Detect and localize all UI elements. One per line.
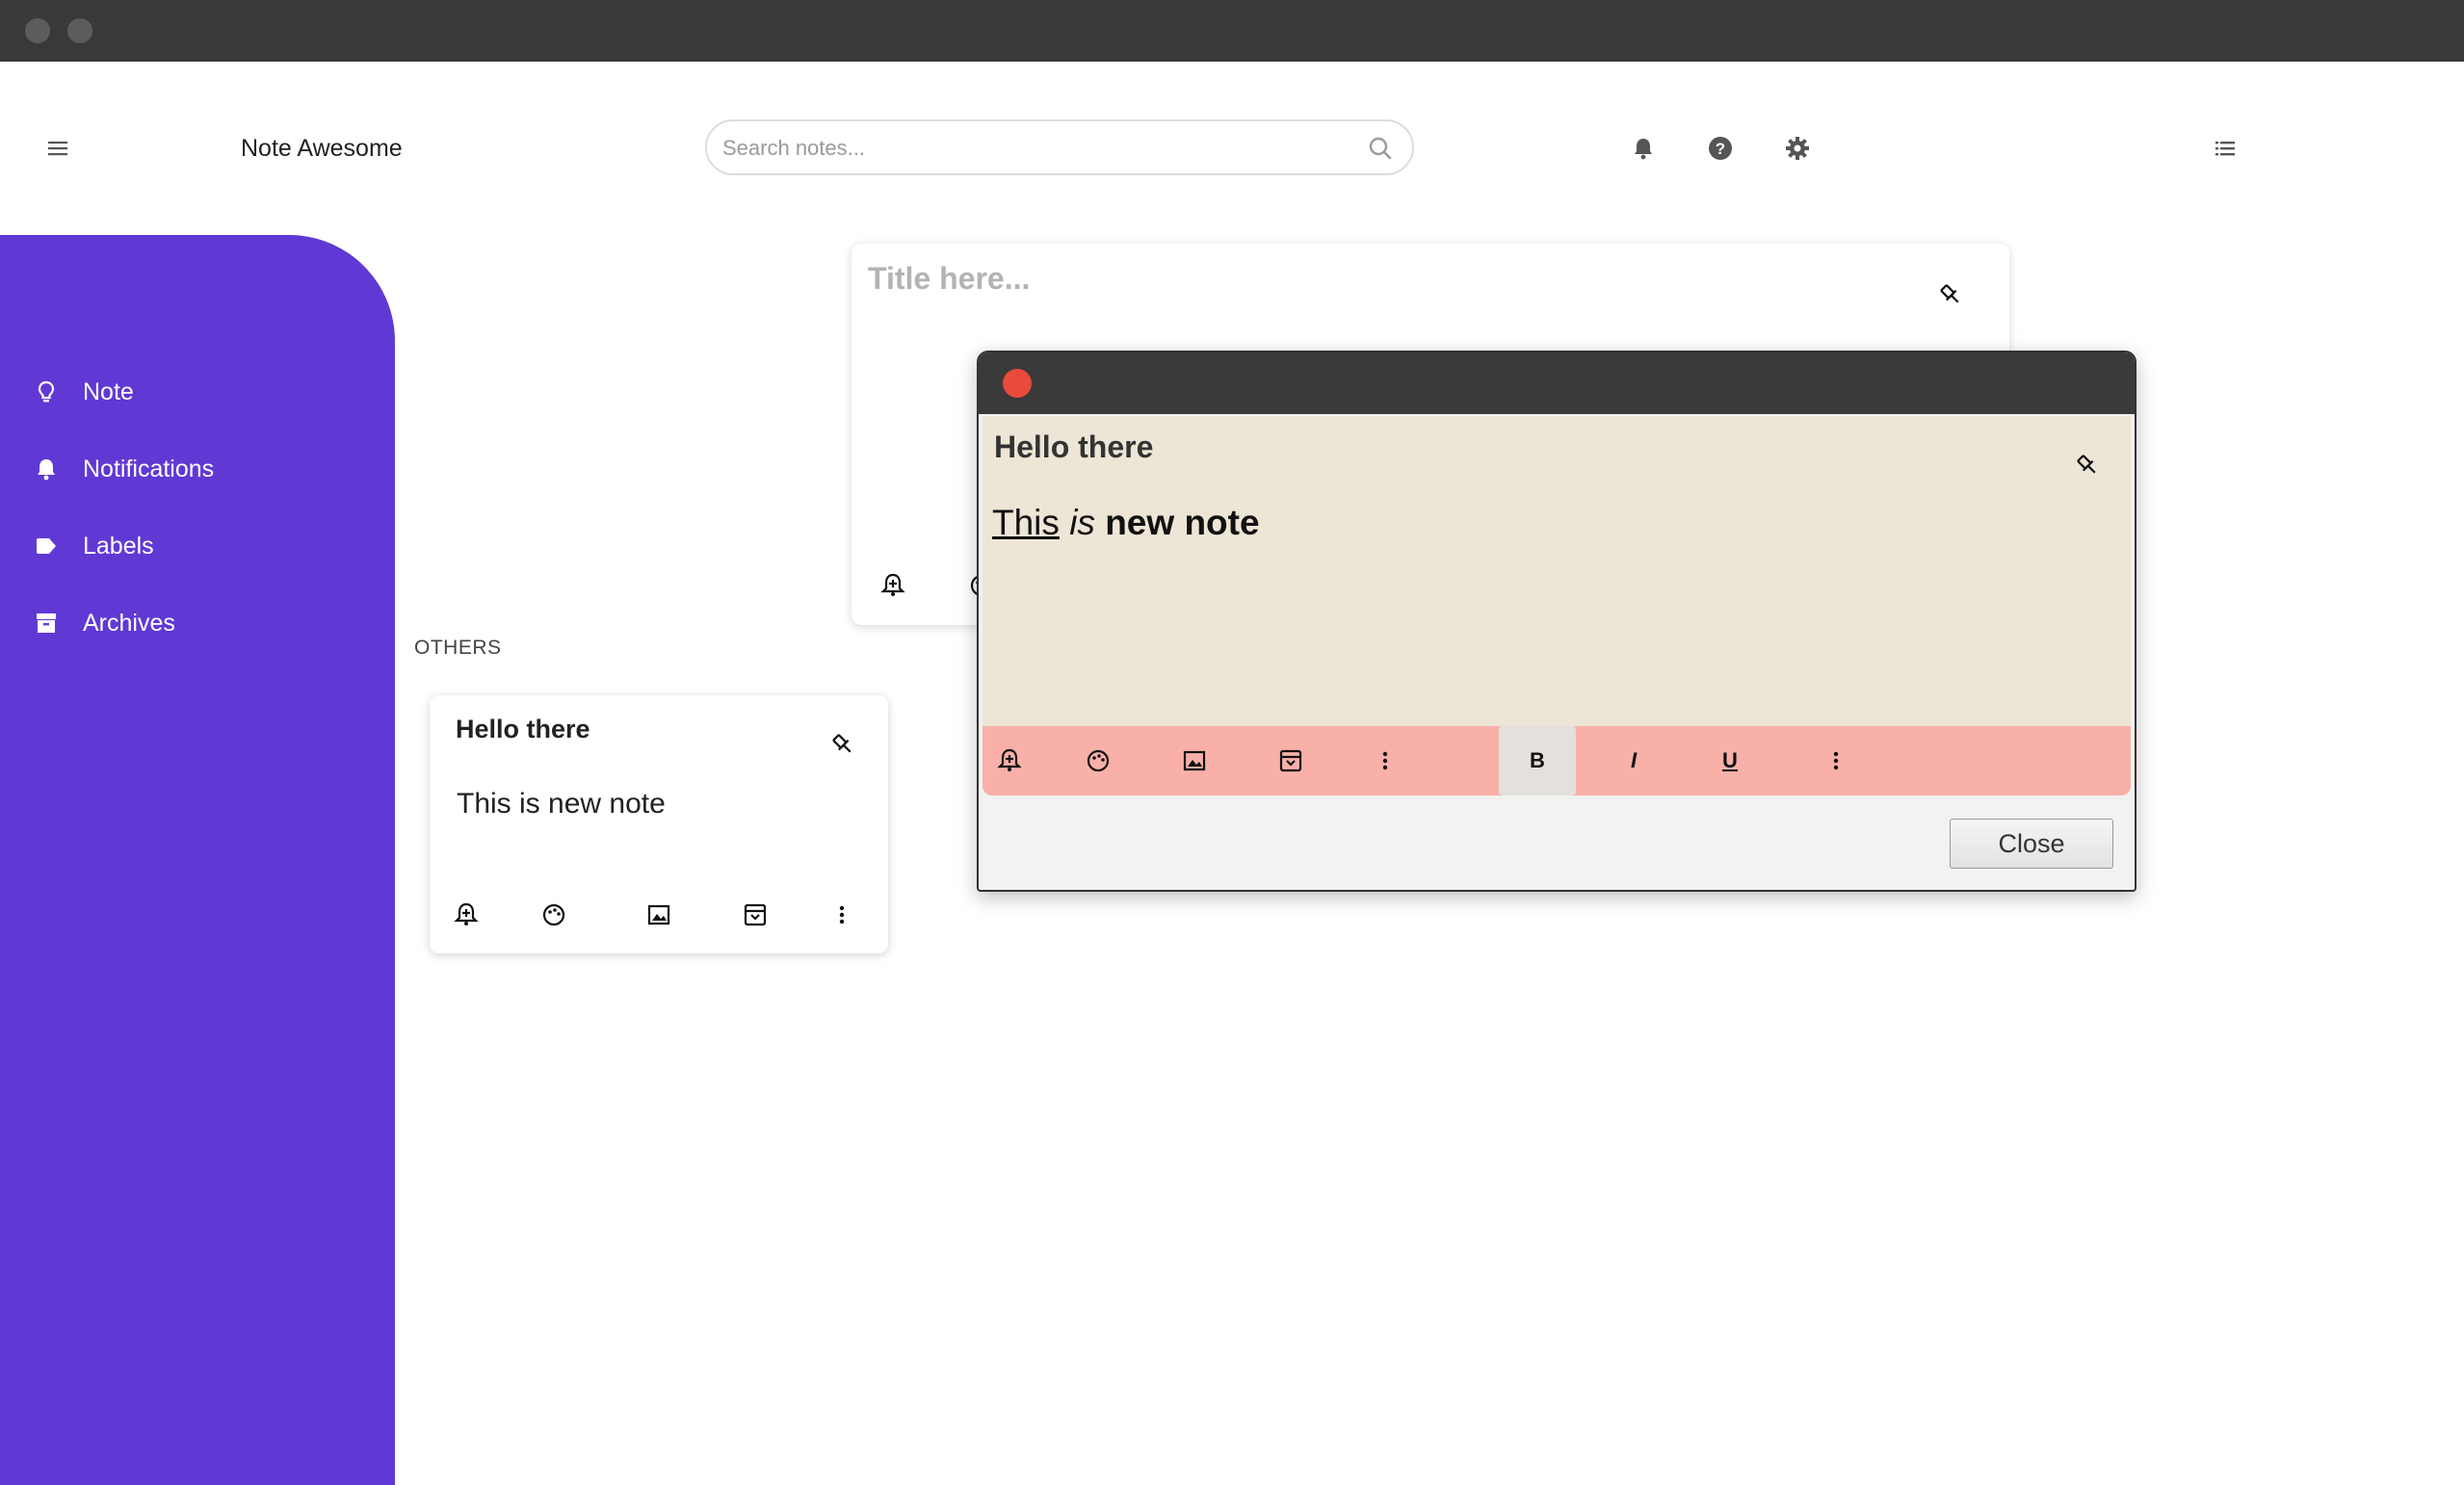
dialog-close-dot[interactable]	[1003, 369, 1032, 398]
menu-icon[interactable]	[42, 133, 73, 164]
pin-icon[interactable]	[830, 732, 855, 757]
sidebar-item-label: Archives	[83, 609, 175, 637]
window-close-dot[interactable]	[25, 18, 50, 43]
list-view-icon[interactable]	[2210, 133, 2241, 164]
svg-text:?: ?	[1716, 140, 1725, 158]
window-titlebar	[0, 0, 2464, 62]
italic-button[interactable]: I	[1595, 726, 1672, 795]
dialog-toolbar: B I U	[983, 726, 2131, 795]
dialog-note-text[interactable]: This is new note	[992, 503, 1260, 543]
add-reminder-icon[interactable]	[451, 899, 482, 930]
note-card[interactable]: Hello there This is new note	[430, 695, 888, 953]
sidebar-item-notifications[interactable]: Notifications	[0, 435, 395, 503]
search-input[interactable]	[721, 121, 1341, 175]
sidebar-item-label: Notifications	[83, 455, 215, 482]
lightbulb-icon	[31, 377, 62, 407]
note-body: This is new note	[457, 788, 666, 820]
help-icon[interactable]: ?	[1705, 133, 1736, 164]
sidebar-item-label: Note	[83, 378, 134, 405]
label-icon	[31, 531, 62, 561]
pin-icon[interactable]	[2075, 453, 2100, 478]
section-label-others: OTHERS	[414, 637, 502, 659]
pin-icon[interactable]	[1938, 282, 1963, 307]
bell-icon[interactable]	[1628, 133, 1659, 164]
add-reminder-icon[interactable]	[994, 745, 1025, 776]
archive-icon[interactable]	[740, 899, 771, 930]
image-icon[interactable]	[1179, 745, 1210, 776]
window-minimize-dot[interactable]	[67, 18, 92, 43]
italic-text: is	[1069, 503, 1095, 542]
archive-icon	[31, 608, 62, 638]
dialog-note-body[interactable]: Hello there This is new note	[983, 416, 2131, 726]
add-reminder-icon[interactable]	[880, 573, 905, 598]
image-icon[interactable]	[643, 899, 674, 930]
bell-icon	[31, 454, 62, 484]
sidebar-item-label: Labels	[83, 532, 154, 560]
more-options-icon[interactable]	[826, 899, 857, 930]
more-options-icon[interactable]	[1370, 745, 1401, 776]
palette-icon[interactable]	[1083, 745, 1114, 776]
search-bar[interactable]	[705, 119, 1414, 175]
underlined-text: This	[992, 503, 1060, 542]
sidebar-item-labels[interactable]: Labels	[0, 512, 395, 580]
bold-text: new note	[1105, 503, 1260, 542]
bold-button[interactable]: B	[1499, 726, 1576, 795]
gear-icon[interactable]	[1782, 133, 1813, 164]
archive-icon[interactable]	[1275, 745, 1306, 776]
sidebar-item-archives[interactable]: Archives	[0, 589, 395, 657]
dialog-note-title[interactable]: Hello there	[994, 430, 1153, 465]
note-toolbar	[430, 899, 888, 934]
edit-note-dialog: Hello there This is new note B I U Close	[977, 351, 2136, 892]
sidebar-item-note[interactable]: Note	[0, 358, 395, 426]
app-title: Note Awesome	[241, 135, 403, 162]
close-button[interactable]: Close	[1950, 819, 2113, 869]
more-formatting-icon[interactable]	[1821, 745, 1851, 776]
note-title: Hello there	[456, 715, 590, 743]
palette-icon[interactable]	[538, 899, 569, 930]
dialog-titlebar	[979, 352, 2135, 414]
composer-title-placeholder[interactable]: Title here...	[868, 261, 1030, 297]
underline-button[interactable]: U	[1691, 726, 1769, 795]
search-icon[interactable]	[1368, 136, 1393, 161]
